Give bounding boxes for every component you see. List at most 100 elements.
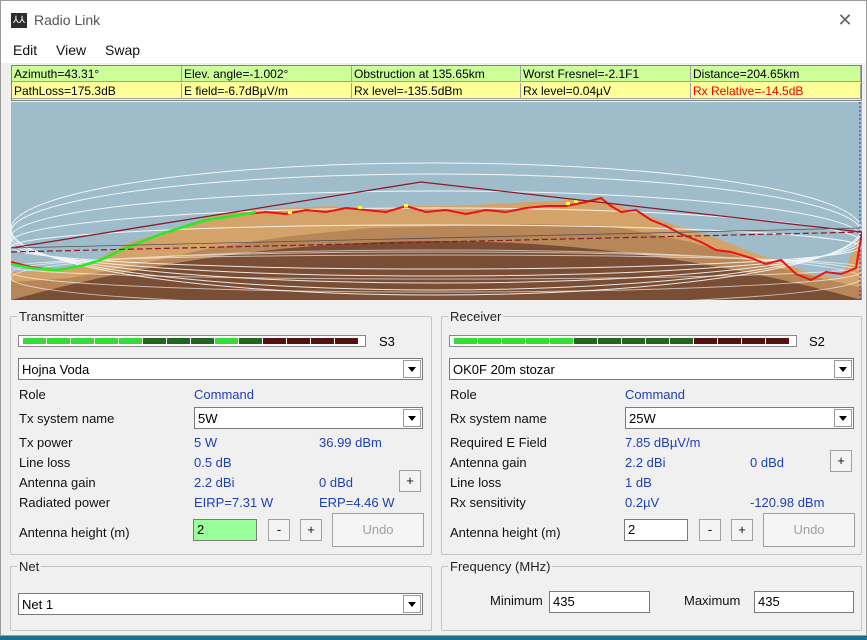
rx-role-label: Role [450,387,477,402]
tx-power-w: 5 W [194,435,218,450]
frequency-title: Frequency (MHz) [450,559,551,574]
signal-segment [550,338,573,344]
signal-segment [167,338,190,344]
rx-role-value[interactable]: Command [625,387,685,402]
tx-role-value[interactable]: Command [194,387,254,402]
app-icon: ⅄⅄ [11,13,27,28]
signal-segment [598,338,621,344]
rx-height-label: Antenna height (m) [450,525,561,540]
rx-system-select[interactable]: 25W [625,407,854,429]
tx-height-input[interactable]: 2 [193,519,257,541]
tx-gain-plus-button[interactable]: + [399,470,421,492]
rx-relative-value: Rx Relative=-14.5dB [691,83,861,99]
transmitter-title: Transmitter [19,309,85,324]
net-title: Net [19,559,40,574]
rx-gain-plus-button[interactable]: + [830,450,852,472]
rx-height-minus-button[interactable]: - [699,519,721,541]
distance-value: Distance=204.65km [691,66,861,82]
tx-system-select[interactable]: 5W [194,407,423,429]
menu-edit[interactable]: Edit [13,42,37,58]
frequency-min-input[interactable]: 435 [549,591,650,613]
signal-segment [191,338,214,344]
tx-gain-dbd: 0 dBd [319,475,353,490]
rx-sensitivity-label: Rx sensitivity [450,495,526,510]
signal-segment [71,338,94,344]
signal-segment [119,338,142,344]
chevron-down-icon[interactable] [403,360,421,378]
terrain-profile-graphic [11,102,862,300]
tx-system-label: Tx system name [19,411,115,426]
tx-signal-label: S3 [379,334,395,349]
terrain-profile-view[interactable] [11,102,862,300]
tx-system-value: 5W [198,411,218,426]
chevron-down-icon[interactable] [834,360,852,378]
signal-segment [478,338,501,344]
signal-segment [95,338,118,344]
signal-segment [670,338,693,344]
tx-undo-button[interactable]: Undo [332,513,424,547]
worst-fresnel-value: Worst Fresnel=-2.1F1 [521,66,691,82]
menu-swap[interactable]: Swap [105,42,140,58]
rx-line-loss-label: Line loss [450,475,502,490]
signal-segment [143,338,166,344]
tx-role-label: Role [19,387,46,402]
rx-line-loss-value: 1 dB [625,475,652,490]
rx-station-value: OK0F 20m stozar [453,362,555,377]
rx-system-label: Rx system name [450,411,547,426]
signal-segment [287,338,310,344]
obstruction-value: Obstruction at 135.65km [352,66,521,82]
tx-height-plus-button[interactable]: + [300,519,322,541]
signal-segment [694,338,717,344]
signal-segment [215,338,238,344]
tx-station-select[interactable]: Hojna Voda [18,358,423,380]
chevron-down-icon[interactable] [403,595,421,613]
frequency-max-label: Maximum [684,593,741,608]
rx-undo-button[interactable]: Undo [763,513,855,547]
rx-level-dbm-value: Rx level=-135.5dBm [352,83,521,99]
signal-segment [47,338,70,344]
signal-segment [263,338,286,344]
signal-segment [335,338,358,344]
tx-gain-dbi: 2.2 dBi [194,475,235,490]
menu-view[interactable]: View [56,42,86,58]
azimuth-value: Azimuth=43.31° [12,66,182,82]
close-icon[interactable]: ✕ [834,9,856,31]
rx-station-select[interactable]: OK0F 20m stozar [449,358,854,380]
tx-power-label: Tx power [19,435,73,450]
receiver-title: Receiver [450,309,502,324]
menu-bar: Edit View Swap [1,39,866,63]
signal-segment [526,338,549,344]
signal-segment [311,338,334,344]
tx-radiated-label: Radiated power [19,495,111,510]
tx-height-minus-button[interactable]: - [268,519,290,541]
frequency-max-input[interactable]: 435 [754,591,854,613]
signal-segment [718,338,741,344]
tx-height-label: Antenna height (m) [19,525,130,540]
signal-segment [454,338,477,344]
signal-segment [646,338,669,344]
net-value: Net 1 [22,597,54,612]
signal-segment [23,338,46,344]
e-field-value: E field=-6.7dBµV/m [182,83,352,99]
signal-segment [766,338,789,344]
tx-erp-value: ERP=4.46 W [319,495,395,510]
window-title: Radio Link [34,12,101,28]
rx-field-label: Required E Field [450,435,547,450]
signal-segment [502,338,525,344]
signal-segment [239,338,262,344]
tx-line-loss-value: 0.5 dB [194,455,232,470]
rx-gain-label: Antenna gain [450,455,527,470]
tx-station-value: Hojna Voda [22,362,90,377]
chevron-down-icon[interactable] [834,409,852,427]
tx-signal-meter [18,335,366,347]
title-bar: ⅄⅄ Radio Link ✕ [1,1,866,39]
path-loss-value: PathLoss=175.3dB [12,83,182,99]
tx-gain-label: Antenna gain [19,475,96,490]
net-select[interactable]: Net 1 [18,593,423,615]
rx-height-plus-button[interactable]: + [731,519,753,541]
frequency-min-label: Minimum [490,593,543,608]
rx-sensitivity-dbm: -120.98 dBm [750,495,825,510]
rx-gain-dbd: 0 dBd [750,455,784,470]
chevron-down-icon[interactable] [403,409,421,427]
rx-height-input[interactable]: 2 [624,519,688,541]
